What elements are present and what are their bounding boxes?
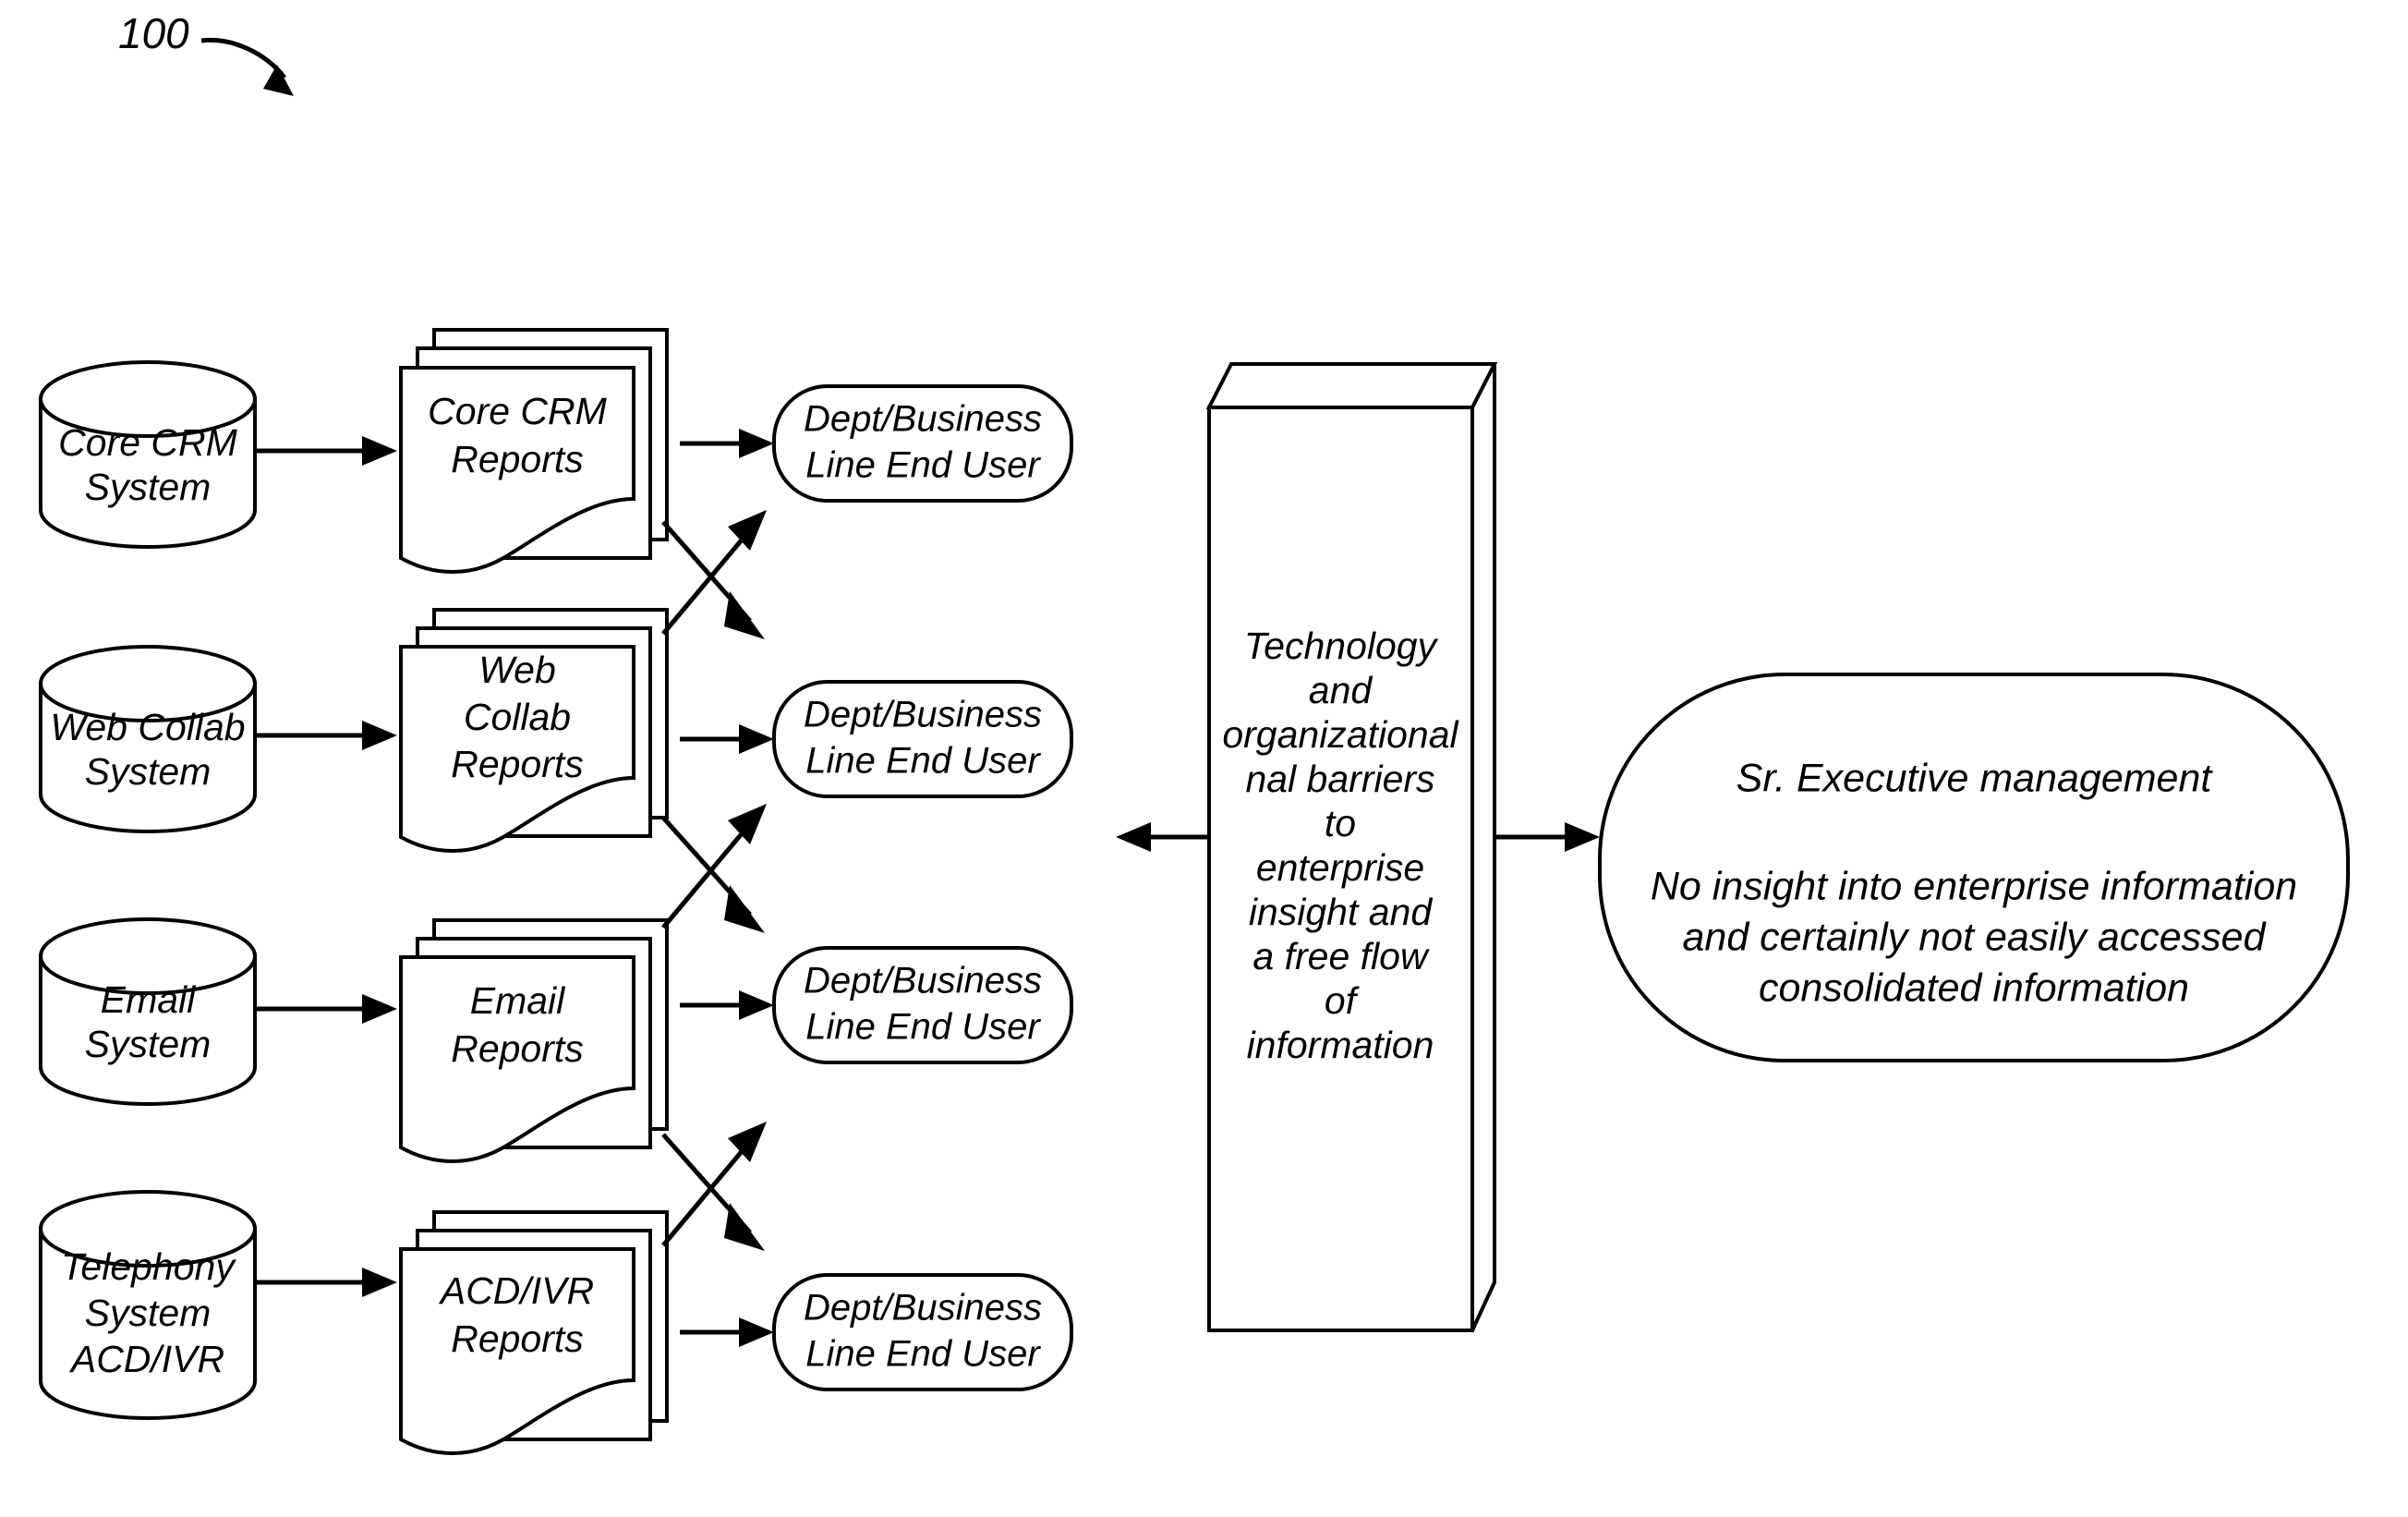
report-stack-web-collab-reports[interactable]: Web Collab Reports [399,608,669,853]
arrow-core-crm-reports-to-end-user-1 [680,429,774,458]
source-label-line-2: System [85,750,212,793]
column-label-line-1: Technology [1244,625,1439,667]
column-label-line-5: to [1325,802,1356,844]
source-cylinder-core-crm-system[interactable]: Core CRM System [39,360,257,549]
diagonal-down-arrowhead-2 [724,885,765,933]
column-side-face [1470,363,1496,1331]
report-label-line-2: Collab [464,696,571,738]
column-label-line-10: information [1247,1024,1434,1066]
column-label-line-2: and [1309,669,1373,711]
column-top-face [1205,362,1498,409]
diagonal-up-arrowhead-1 [728,510,767,551]
end-user-label-line-2: Line End User [805,1334,1041,1375]
cross-arrows-row-2-3 [661,804,767,933]
report-label-line-1: Core CRM [428,390,607,432]
arrowhead [739,429,774,458]
executive-label-line-2: and certainly not easily accessed [1682,915,2267,959]
arrowhead [739,1317,774,1347]
executive-label-line-3: consolidated information [1759,965,2189,1010]
end-user-label-line-2: Line End User [805,445,1041,486]
end-user-label-line-2: Line End User [805,1007,1041,1048]
arrowhead [1116,822,1151,852]
report-stack-acd-ivr-reports[interactable]: ACD/IVR Reports [399,1210,669,1455]
source-label-line-1: Core CRM [58,421,237,464]
arrow-web-collab-reports-to-end-user-2 [680,724,774,754]
source-label-line-1: Email [101,978,197,1021]
figure-number-label: 100 [118,9,189,57]
source-label-line-1: Web Collab [50,706,245,748]
report-label-line-2: Reports [451,438,584,480]
diagonal-down-arrowhead-3 [724,1203,765,1251]
executive-label-line-1: No insight into enterprise information [1651,864,2297,908]
report-label-line-1: Email [470,979,566,1022]
end-user-box-2[interactable]: Dept/Business Line End User [772,680,1073,798]
figure-lead-arrowhead [263,65,294,96]
diagonal-down-arrowhead-1 [724,591,765,639]
arrow-telephony-system-to-reports [257,1268,397,1297]
end-user-label-line-1: Dept/Business [804,1288,1042,1329]
end-user-box-1[interactable]: Dept/Business Line End User [772,384,1073,503]
column-label-line-7: insight and [1249,891,1434,933]
report-label-line-1: Web [478,649,556,691]
patent-diagram: 100 Core CRM System Core CRM Reports Dep… [39,9,2350,1455]
source-label-line-1: Telephony [61,1245,236,1288]
diagonal-up-arrowhead-3 [728,1122,767,1162]
report-label-line-2: Reports [451,1317,584,1360]
arrow-acd-ivr-reports-to-end-user-4 [680,1317,774,1347]
arrowhead [739,724,774,754]
cross-arrows-row-1-2 [661,510,767,639]
source-cylinder-telephony-system[interactable]: Telephony System ACD/IVR [39,1190,257,1420]
end-user-box-4[interactable]: Dept/Business Line End User [772,1273,1073,1391]
barrier-column[interactable]: Technology and organizational nal barrie… [1205,362,1498,1332]
column-label-line-9: of [1325,979,1360,1022]
end-user-label-line-2: Line End User [805,741,1041,782]
arrow-email-system-to-reports [257,994,397,1024]
source-cylinder-web-collab-system[interactable]: Web Collab System [39,645,257,833]
report-stack-core-crm-reports[interactable]: Core CRM Reports [399,328,669,574]
column-label-line-8: a free flow [1252,935,1430,977]
source-label-line-2: System [85,1292,212,1334]
report-label-line-3: Reports [451,743,584,785]
arrowhead [362,721,397,750]
arrow-email-reports-to-end-user-3 [680,990,774,1020]
arrow-core-crm-system-to-reports [257,436,397,466]
arrowhead [739,990,774,1020]
end-user-box-3[interactable]: Dept/Business Line End User [772,946,1073,1064]
cross-arrows-row-3-4 [661,1122,767,1251]
figure-reference-callout: 100 [118,9,294,96]
arrowhead [362,1268,397,1297]
source-label-line-3: ACD/IVR [68,1338,224,1380]
end-user-label-line-1: Dept/Business [804,399,1042,440]
source-label-line-2: System [85,466,212,508]
figure-lead-line [200,37,286,79]
report-label-line-1: ACD/IVR [438,1269,594,1312]
executive-title: Sr. Executive management [1736,756,2214,800]
end-user-label-line-1: Dept/Business [804,961,1042,1001]
diagonal-up-arrowhead-2 [728,804,767,844]
arrowhead [1565,822,1600,852]
figure-canvas: 100 Core CRM System Core CRM Reports Dep… [0,0,2408,1517]
executive-box[interactable]: Sr. Executive management No insight into… [1598,673,2350,1062]
arrow-web-collab-system-to-reports [257,721,397,750]
source-cylinder-email-system[interactable]: Email System [39,917,257,1106]
arrow-column-to-executive [1494,822,1600,852]
source-label-line-2: System [85,1023,212,1065]
arrow-column-to-end-users [1116,822,1209,852]
arrowhead [362,436,397,466]
column-label-line-3: organizational [1222,713,1459,756]
arrowhead [362,994,397,1024]
column-label-line-6: enterprise [1256,846,1424,889]
report-label-line-2: Reports [451,1027,584,1070]
report-stack-email-reports[interactable]: Email Reports [399,918,669,1163]
end-user-label-line-1: Dept/Business [804,695,1042,735]
column-label-line-4: nal barriers [1245,758,1434,800]
